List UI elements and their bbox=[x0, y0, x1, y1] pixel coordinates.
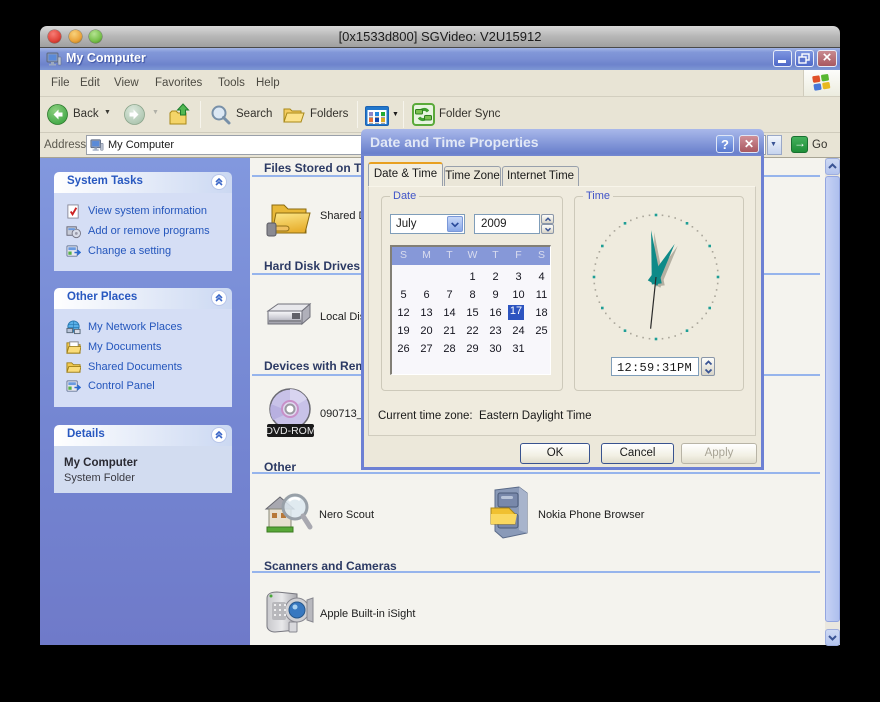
svg-text:DVD-ROM: DVD-ROM bbox=[267, 425, 314, 437]
